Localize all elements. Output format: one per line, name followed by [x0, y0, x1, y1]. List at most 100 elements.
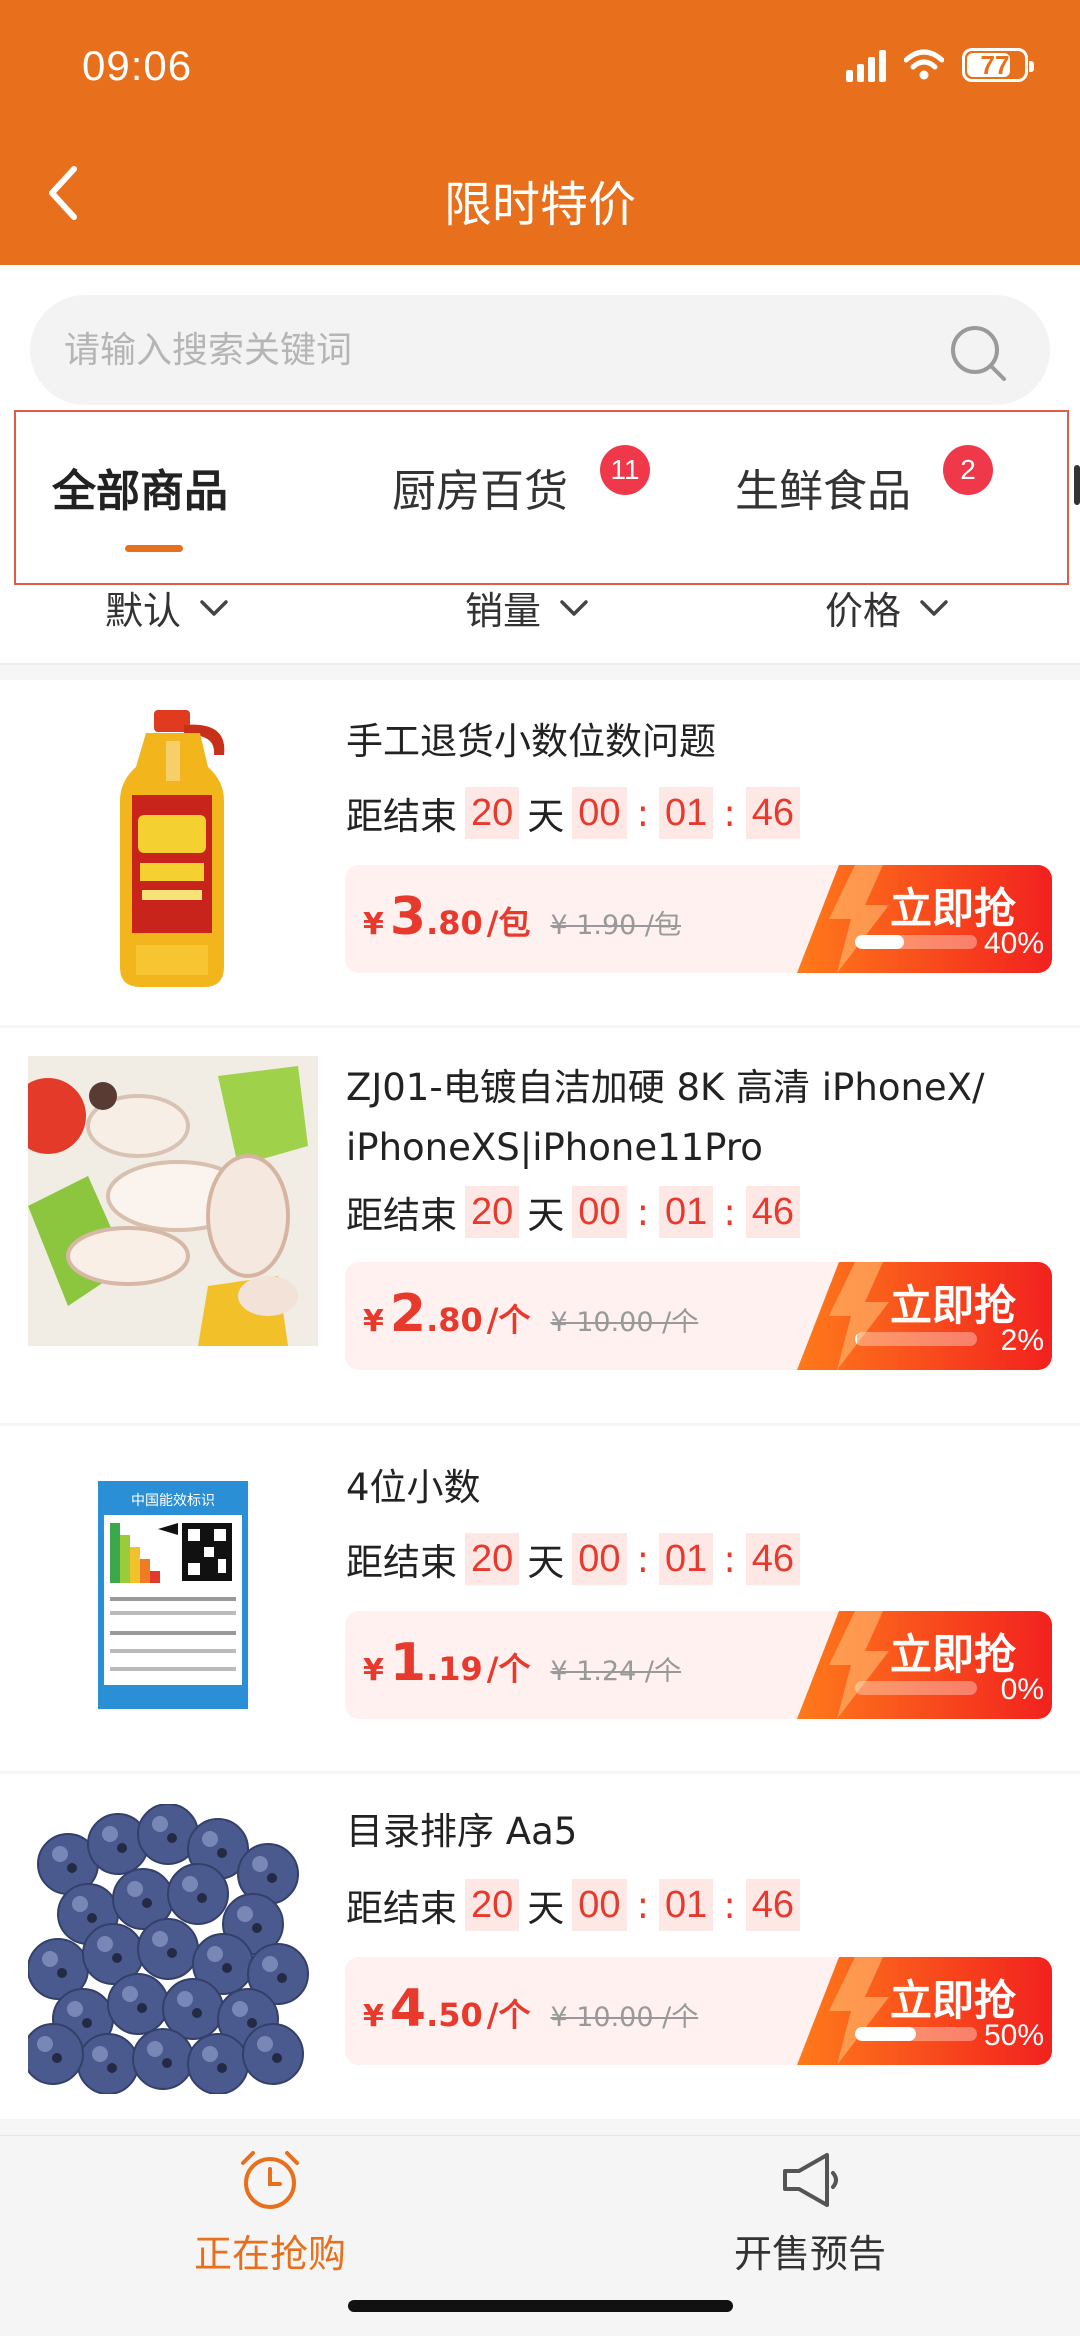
sold-progress-bar — [855, 1681, 977, 1695]
product-title: ZJ01-电镀自洁加硬 8K 高清 iPhoneX/ iPhoneXS|iPho… — [346, 1066, 985, 1169]
tab-badge-kitchen: 11 — [600, 445, 650, 495]
divider — [0, 663, 1080, 665]
countdown-minutes: 01 — [659, 1533, 714, 1585]
countdown: 距结束 20 天 00 : 01 : 46 — [346, 1186, 808, 1238]
price-decimal: .80 — [426, 904, 483, 942]
tab-overflow-hint — [1074, 465, 1080, 505]
price-integer: 2 — [389, 1284, 427, 1344]
countdown-seconds: 46 — [745, 787, 801, 839]
sort-default[interactable]: 默认 — [105, 580, 229, 635]
price-integer: 4 — [389, 1979, 427, 2039]
sort-sales[interactable]: 销量 — [465, 580, 589, 635]
purchase-bar: ¥ 4 .50 /个 ¥ 10.00 /个 立即抢 50% — [345, 1957, 1052, 2065]
countdown-separator: : — [636, 1883, 650, 1927]
currency-symbol: ¥ — [363, 1304, 384, 1339]
sold-percentage: 2% — [1000, 1324, 1044, 1357]
countdown-minutes: 01 — [659, 787, 714, 839]
countdown-day-unit: 天 — [527, 1194, 565, 1237]
nav-presale-label: 开售预告 — [733, 2232, 886, 2276]
countdown: 距结束 20 天 00 : 01 : 46 — [346, 1879, 808, 1931]
price-unit: /包 — [486, 904, 531, 942]
currency-symbol: ¥ — [363, 1653, 384, 1688]
product-title: 手工退货小数位数问题 — [346, 720, 716, 763]
original-price: ¥ 10.00 /个 — [550, 2002, 699, 2033]
currency-symbol: ¥ — [363, 907, 384, 942]
product-card[interactable]: 目录排序 Aa5 距结束 20 天 00 : 01 : 46 ¥ 4 .50 /… — [0, 1774, 1080, 2119]
chevron-down-icon — [200, 599, 228, 616]
grab-now-button[interactable]: 立即抢 2% — [797, 1262, 1052, 1370]
sort-sales-label: 销量 — [465, 589, 542, 633]
tab-badge-fresh: 2 — [943, 445, 993, 495]
energy-label-heading: 中国能效标识 — [131, 1493, 215, 1509]
search-input[interactable] — [64, 295, 944, 405]
countdown: 距结束 20 天 00 : 01 : 46 — [346, 1533, 808, 1585]
signal-icon — [846, 48, 886, 82]
grab-now-button[interactable]: 立即抢 50% — [797, 1957, 1052, 2065]
sold-percentage: 50% — [983, 2019, 1044, 2052]
battery-icon: 77 — [962, 48, 1034, 82]
product-image: 中国能效标识 — [28, 1451, 318, 1741]
sale-price: ¥ 2 .80 /个 ¥ 10.00 /个 — [363, 1262, 698, 1370]
countdown-seconds: 46 — [745, 1879, 801, 1931]
product-card[interactable]: 中国能效标识 4位小数 距结束 20 天 00 : 01 : 46 ¥ 1 .1… — [0, 1426, 1080, 1771]
sort-price[interactable]: 价格 — [825, 580, 949, 635]
original-price: ¥ 1.90 /包 — [550, 910, 682, 941]
countdown-hours: 00 — [572, 1879, 627, 1931]
countdown-hours: 00 — [572, 1186, 627, 1238]
sale-price: ¥ 4 .50 /个 ¥ 10.00 /个 — [363, 1957, 698, 2065]
energy-label-icon: 中国能效标识 — [28, 1451, 318, 1741]
price-decimal: .80 — [426, 1301, 483, 1339]
grab-now-button[interactable]: 立即抢 0% — [797, 1611, 1052, 1719]
currency-symbol: ¥ — [363, 1999, 384, 2034]
sold-progress-bar — [855, 1332, 977, 1346]
tab-kitchen-goods[interactable]: 厨房百货 — [392, 455, 568, 519]
price-decimal: .19 — [426, 1650, 483, 1688]
countdown-label: 距结束 — [346, 1541, 457, 1584]
purchase-bar: ¥ 2 .80 /个 ¥ 10.00 /个 立即抢 2% — [345, 1262, 1052, 1370]
purchase-bar: ¥ 1 .19 /个 ¥ 1.24 /个 立即抢 0% — [345, 1611, 1052, 1719]
page-title: 限时特价 — [443, 177, 636, 233]
tab-all-products[interactable]: 全部商品 — [52, 455, 228, 519]
product-card[interactable]: ZJ01-电镀自洁加硬 8K 高清 iPhoneX/ iPhoneXS|iPho… — [0, 1028, 1080, 1423]
sold-percentage: 0% — [1000, 1673, 1044, 1706]
chevron-down-icon — [920, 599, 948, 616]
countdown-separator: : — [723, 1537, 736, 1581]
price-integer: 3 — [389, 887, 427, 947]
price-integer: 1 — [389, 1633, 427, 1693]
countdown-separator: : — [636, 791, 650, 835]
product-image — [28, 1804, 318, 2094]
countdown-days: 20 — [465, 1879, 520, 1931]
nav-flash-sale-label: 正在抢购 — [193, 2232, 346, 2276]
search-icon[interactable] — [948, 323, 1008, 383]
search-bar[interactable] — [30, 295, 1050, 405]
countdown-hours: 00 — [572, 1533, 627, 1585]
sort-default-label: 默认 — [105, 589, 182, 633]
original-price: ¥ 1.24 /个 — [550, 1656, 682, 1687]
price-unit: /个 — [486, 1650, 531, 1688]
countdown: 距结束 20 天 00 : 01 : 46 — [346, 787, 808, 839]
price-unit: /个 — [486, 1996, 531, 2034]
countdown-separator: : — [723, 1883, 736, 1927]
sold-progress-bar — [855, 2027, 977, 2041]
countdown-days: 20 — [465, 787, 520, 839]
countdown-label: 距结束 — [346, 1887, 457, 1930]
megaphone-icon — [783, 2153, 838, 2207]
countdown-label: 距结束 — [346, 795, 457, 838]
countdown-minutes: 01 — [659, 1186, 714, 1238]
grab-now-label: 立即抢 — [889, 1630, 1016, 1679]
status-icons: 77 — [846, 48, 1034, 82]
seafood-dish-icon — [28, 1056, 318, 1346]
nav-flash-sale[interactable]: 正在抢购 — [120, 2147, 420, 2278]
product-card[interactable]: 手工退货小数位数问题 距结束 20 天 00 : 01 : 46 ¥ 3 .80… — [0, 680, 1080, 1025]
countdown-seconds: 46 — [745, 1533, 801, 1585]
chevron-down-icon — [560, 599, 588, 616]
grab-now-button[interactable]: 立即抢 40% — [797, 865, 1052, 973]
tab-fresh-food[interactable]: 生鲜食品 — [735, 455, 911, 519]
alarm-clock-icon — [241, 2151, 299, 2209]
price-unit: /个 — [486, 1301, 531, 1339]
sold-percentage: 40% — [983, 927, 1044, 960]
original-price: ¥ 10.00 /个 — [550, 1307, 699, 1338]
countdown-day-unit: 天 — [527, 1541, 565, 1584]
countdown-day-unit: 天 — [527, 795, 565, 838]
nav-presale[interactable]: 开售预告 — [660, 2147, 960, 2278]
